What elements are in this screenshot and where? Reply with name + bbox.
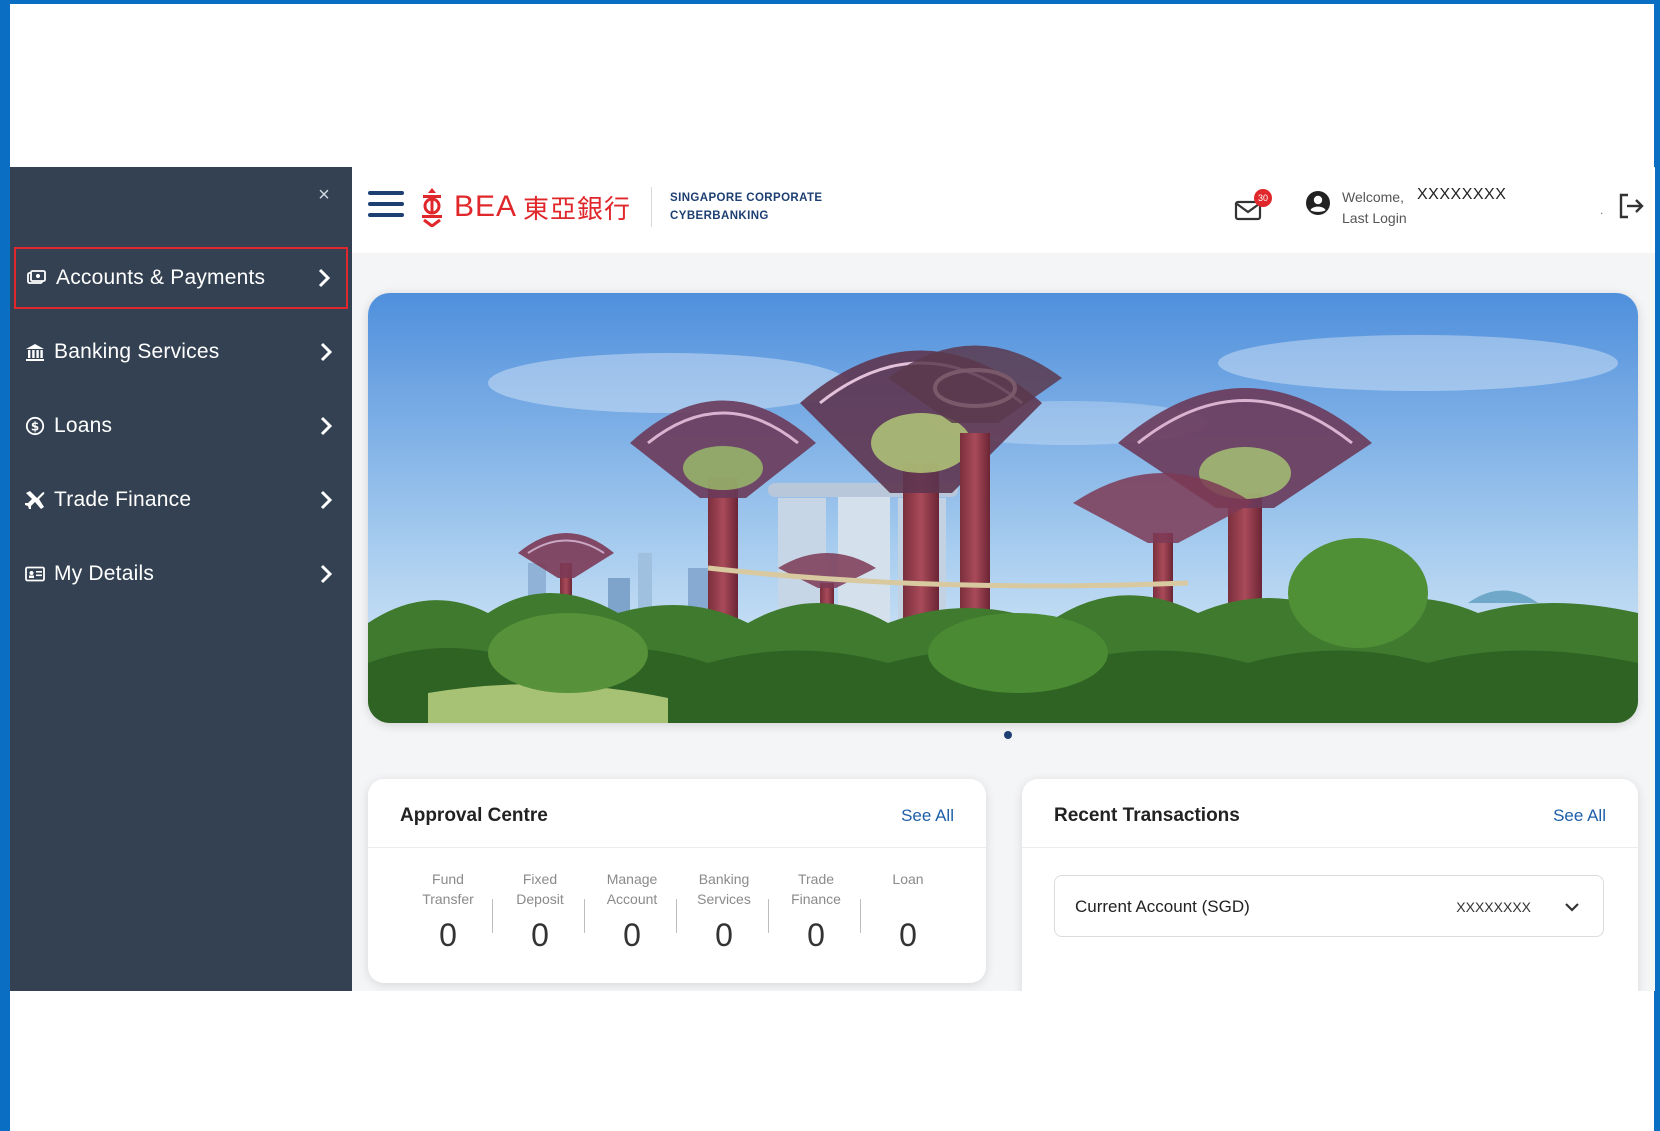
metric-label: Manage Account	[606, 871, 658, 907]
metric-value: 0	[623, 917, 641, 953]
product-subtitle: SINGAPORE CORPORATE CYBERBANKING	[670, 189, 822, 225]
sidebar-item-label: Banking Services	[54, 340, 220, 363]
chevron-right-icon	[320, 416, 333, 436]
sidebar-item-label: My Details	[54, 562, 155, 585]
subtitle-line-1: SINGAPORE CORPORATE	[670, 192, 823, 204]
last-login-label: Last Login	[1342, 210, 1407, 226]
sidebar-item-accounts-payments[interactable]: Accounts & Payments	[14, 247, 348, 309]
metric-trade-finance[interactable]: Trade Finance 0	[776, 869, 856, 954]
logout-icon[interactable]	[1616, 191, 1646, 221]
hamburger-menu-icon[interactable]	[368, 191, 404, 223]
brand-name-chinese: 東亞銀行	[523, 193, 632, 224]
sidebar-item-label: Accounts & Payments	[56, 266, 266, 289]
welcome-text: Welcome, Last Login	[1342, 187, 1407, 229]
approval-centre-card: Approval Centre See All Fund Transfer 0 F…	[368, 779, 986, 983]
card-title: Recent Transactions	[1054, 805, 1240, 826]
metric-label: Fixed Deposit	[516, 871, 564, 907]
card-divider	[1022, 847, 1638, 848]
sidebar-item-my-details[interactable]: My Details	[14, 543, 348, 605]
metric-separator	[492, 899, 493, 933]
mail-count-badge: 30	[1254, 189, 1272, 207]
id-card-icon	[24, 563, 46, 585]
sidebar-item-label: Trade Finance	[54, 488, 192, 511]
metric-value: 0	[899, 917, 917, 953]
metric-value: 0	[439, 917, 457, 953]
chevron-right-icon	[320, 490, 333, 510]
metric-banking-services[interactable]: Banking Services 0	[684, 869, 764, 954]
svg-text:$: $	[31, 420, 39, 434]
account-number: XXXXXXXX	[1456, 899, 1531, 915]
sidebar: × Accounts & Payments Banking Services $…	[10, 167, 352, 991]
account-name: Current Account (SGD)	[1075, 897, 1250, 916]
account-select-dropdown[interactable]: Current Account (SGD) XXXXXXXX	[1054, 875, 1604, 937]
top-header: BEA 東亞銀行 SINGAPORE CORPORATE CYBERBANKIN…	[352, 167, 1655, 253]
metric-value: 0	[531, 917, 549, 953]
metric-label: Trade Finance	[791, 871, 841, 907]
metric-label: Banking Services	[697, 871, 751, 907]
bank-logo[interactable]: BEA 東亞銀行 SINGAPORE CORPORATE CYBERBANKIN…	[418, 185, 822, 229]
sidebar-item-banking-services[interactable]: Banking Services	[14, 321, 348, 383]
app-window: × Accounts & Payments Banking Services $…	[10, 167, 1655, 991]
brand-name: BEA	[454, 190, 518, 223]
chevron-right-icon	[318, 268, 331, 288]
sidebar-item-loans[interactable]: $ Loans	[14, 395, 348, 457]
mail-button[interactable]: 30	[1234, 189, 1272, 225]
card-title: Approval Centre	[400, 805, 548, 826]
sidebar-item-label: Loans	[54, 414, 113, 437]
separator-dot: .	[1600, 203, 1604, 217]
bank-icon	[24, 341, 46, 363]
username: XXXXXXXX	[1417, 186, 1507, 203]
metric-separator	[584, 899, 585, 933]
card-divider	[368, 847, 986, 848]
sidebar-item-trade-finance[interactable]: Trade Finance	[14, 469, 348, 531]
chevron-right-icon	[320, 564, 333, 584]
dollar-coin-icon: $	[24, 415, 46, 437]
logo-divider	[651, 187, 653, 227]
chevron-right-icon	[320, 342, 333, 362]
metric-separator	[860, 899, 861, 933]
hero-banner-image[interactable]	[368, 293, 1638, 723]
recent-transactions-card: Recent Transactions See All Current Acco…	[1022, 779, 1638, 991]
transactions-see-all-link[interactable]: See All	[1553, 806, 1606, 826]
carousel-indicator-dot[interactable]	[1004, 731, 1012, 739]
metric-value: 0	[807, 917, 825, 953]
bea-emblem-icon	[422, 188, 442, 227]
welcome-label: Welcome,	[1342, 189, 1404, 205]
metric-fixed-deposit[interactable]: Fixed Deposit 0	[500, 869, 580, 954]
chevron-down-icon	[1565, 903, 1579, 912]
plane-icon	[24, 489, 46, 511]
metric-separator	[676, 899, 677, 933]
subtitle-line-2: CYBERBANKING	[670, 210, 769, 222]
user-circle-icon[interactable]	[1304, 189, 1332, 217]
metric-fund-transfer[interactable]: Fund Transfer 0	[408, 869, 488, 954]
metric-label: Fund Transfer	[422, 871, 474, 907]
metric-separator	[768, 899, 769, 933]
metric-value: 0	[715, 917, 733, 953]
money-icon	[26, 267, 48, 289]
approval-see-all-link[interactable]: See All	[901, 806, 954, 826]
close-icon[interactable]: ×	[314, 185, 334, 205]
metric-label: Loan	[892, 871, 924, 887]
metric-manage-account[interactable]: Manage Account 0	[592, 869, 672, 954]
metric-loan[interactable]: Loan 0	[868, 869, 948, 954]
